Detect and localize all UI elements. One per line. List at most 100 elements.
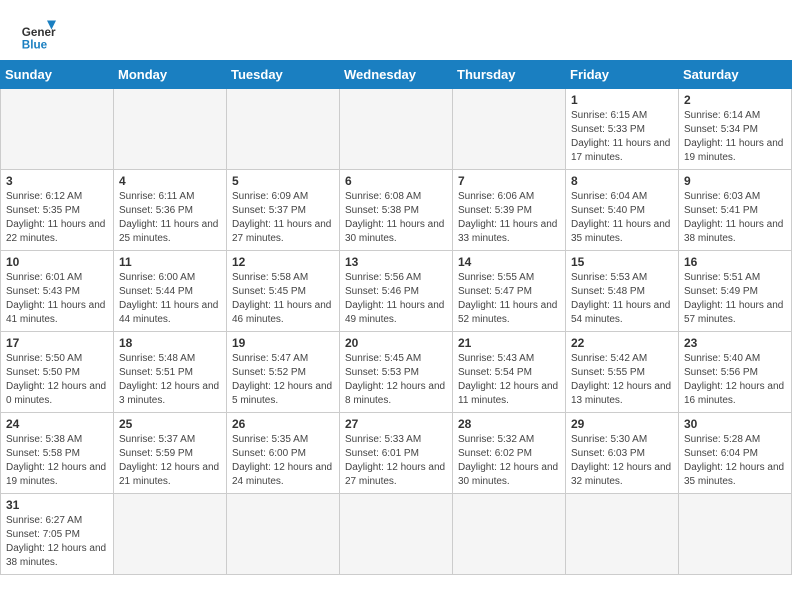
weekday-header-saturday: Saturday — [679, 61, 792, 89]
weekday-header-sunday: Sunday — [1, 61, 114, 89]
calendar-cell: 31 Sunrise: 6:27 AM Sunset: 7:05 PM Dayli… — [1, 494, 114, 575]
calendar-cell: 27 Sunrise: 5:33 AM Sunset: 6:01 PM Dayli… — [340, 413, 453, 494]
calendar-cell — [340, 89, 453, 170]
day-number: 11 — [119, 255, 221, 269]
day-info: Sunrise: 5:38 AM Sunset: 5:58 PM Dayligh… — [6, 433, 108, 489]
day-info: Sunrise: 6:15 AM Sunset: 5:33 PM Dayligh… — [571, 109, 673, 165]
day-number: 31 — [6, 498, 108, 512]
day-info: Sunrise: 6:04 AM Sunset: 5:40 PM Dayligh… — [571, 190, 673, 246]
calendar-cell: 14Sunrise: 5:55 AM Sunset: 5:47 PM Dayli… — [453, 251, 566, 332]
day-info: Sunrise: 6:00 AM Sunset: 5:44 PM Dayligh… — [119, 271, 221, 327]
day-info: Sunrise: 5:37 AM Sunset: 5:59 PM Dayligh… — [119, 433, 221, 489]
day-info: Sunrise: 5:43 AM Sunset: 5:54 PM Dayligh… — [458, 352, 560, 408]
calendar-cell: 10 Sunrise: 6:01 AM Sunset: 5:43 PM Dayli… — [1, 251, 114, 332]
calendar-cell: 25 Sunrise: 5:37 AM Sunset: 5:59 PM Dayli… — [114, 413, 227, 494]
svg-text:Blue: Blue — [22, 38, 48, 51]
day-number: 1 — [571, 93, 673, 107]
day-info: Sunrise: 6:08 AM Sunset: 5:38 PM Dayligh… — [345, 190, 447, 246]
weekday-header-wednesday: Wednesday — [340, 61, 453, 89]
day-number: 8 — [571, 174, 673, 188]
day-info: Sunrise: 5:35 AM Sunset: 6:00 PM Dayligh… — [232, 433, 334, 489]
day-number: 21 — [458, 336, 560, 350]
day-number: 5 — [232, 174, 334, 188]
day-number: 10 — [6, 255, 108, 269]
day-info: Sunrise: 5:48 AM Sunset: 5:51 PM Dayligh… — [119, 352, 221, 408]
day-info: Sunrise: 5:53 AM Sunset: 5:48 PM Dayligh… — [571, 271, 673, 327]
calendar-cell — [453, 89, 566, 170]
day-number: 4 — [119, 174, 221, 188]
calendar-cell: 15 Sunrise: 5:53 AM Sunset: 5:48 PM Dayli… — [566, 251, 679, 332]
day-info: Sunrise: 5:28 AM Sunset: 6:04 PM Dayligh… — [684, 433, 786, 489]
calendar-cell: 23Sunrise: 5:40 AM Sunset: 5:56 PM Dayli… — [679, 332, 792, 413]
calendar-cell: 24 Sunrise: 5:38 AM Sunset: 5:58 PM Dayli… — [1, 413, 114, 494]
logo: General Blue — [20, 16, 56, 52]
day-number: 25 — [119, 417, 221, 431]
day-number: 7 — [458, 174, 560, 188]
calendar-cell — [453, 494, 566, 575]
day-number: 23 — [684, 336, 786, 350]
day-info: Sunrise: 6:01 AM Sunset: 5:43 PM Dayligh… — [6, 271, 108, 327]
day-info: Sunrise: 5:30 AM Sunset: 6:03 PM Dayligh… — [571, 433, 673, 489]
calendar-cell: 4 Sunrise: 6:11 AM Sunset: 5:36 PM Daylig… — [114, 170, 227, 251]
day-info: Sunrise: 6:03 AM Sunset: 5:41 PM Dayligh… — [684, 190, 786, 246]
generalblue-logo-icon: General Blue — [20, 16, 56, 52]
calendar-cell: 8 Sunrise: 6:04 AM Sunset: 5:40 PM Daylig… — [566, 170, 679, 251]
day-number: 24 — [6, 417, 108, 431]
day-info: Sunrise: 6:09 AM Sunset: 5:37 PM Dayligh… — [232, 190, 334, 246]
day-info: Sunrise: 6:06 AM Sunset: 5:39 PM Dayligh… — [458, 190, 560, 246]
calendar-cell — [566, 494, 679, 575]
weekday-header-friday: Friday — [566, 61, 679, 89]
calendar-cell: 1 Sunrise: 6:15 AM Sunset: 5:33 PM Daylig… — [566, 89, 679, 170]
day-number: 15 — [571, 255, 673, 269]
day-number: 20 — [345, 336, 447, 350]
calendar-cell — [227, 89, 340, 170]
day-info: Sunrise: 5:45 AM Sunset: 5:53 PM Dayligh… — [345, 352, 447, 408]
calendar-cell — [679, 494, 792, 575]
day-info: Sunrise: 6:11 AM Sunset: 5:36 PM Dayligh… — [119, 190, 221, 246]
week-row-3: 10 Sunrise: 6:01 AM Sunset: 5:43 PM Dayli… — [1, 251, 792, 332]
calendar-cell: 5 Sunrise: 6:09 AM Sunset: 5:37 PM Daylig… — [227, 170, 340, 251]
calendar-cell: 2Sunrise: 6:14 AM Sunset: 5:34 PM Daylig… — [679, 89, 792, 170]
day-number: 17 — [6, 336, 108, 350]
calendar-cell: 26 Sunrise: 5:35 AM Sunset: 6:00 PM Dayli… — [227, 413, 340, 494]
week-row-2: 3 Sunrise: 6:12 AM Sunset: 5:35 PM Daylig… — [1, 170, 792, 251]
calendar-cell: 6Sunrise: 6:08 AM Sunset: 5:38 PM Daylig… — [340, 170, 453, 251]
weekday-header-monday: Monday — [114, 61, 227, 89]
weekday-header-tuesday: Tuesday — [227, 61, 340, 89]
day-info: Sunrise: 5:33 AM Sunset: 6:01 PM Dayligh… — [345, 433, 447, 489]
calendar-cell: 17 Sunrise: 5:50 AM Sunset: 5:50 PM Dayli… — [1, 332, 114, 413]
day-info: Sunrise: 5:32 AM Sunset: 6:02 PM Dayligh… — [458, 433, 560, 489]
calendar-cell: 9Sunrise: 6:03 AM Sunset: 5:41 PM Daylig… — [679, 170, 792, 251]
week-row-1: 1 Sunrise: 6:15 AM Sunset: 5:33 PM Daylig… — [1, 89, 792, 170]
day-number: 22 — [571, 336, 673, 350]
page-header: General Blue — [0, 0, 792, 60]
calendar-cell: 20 Sunrise: 5:45 AM Sunset: 5:53 PM Dayli… — [340, 332, 453, 413]
day-number: 29 — [571, 417, 673, 431]
calendar-cell: 12Sunrise: 5:58 AM Sunset: 5:45 PM Dayli… — [227, 251, 340, 332]
calendar-cell — [340, 494, 453, 575]
calendar-cell: 3 Sunrise: 6:12 AM Sunset: 5:35 PM Daylig… — [1, 170, 114, 251]
day-info: Sunrise: 6:27 AM Sunset: 7:05 PM Dayligh… — [6, 514, 108, 570]
calendar-cell: 7 Sunrise: 6:06 AM Sunset: 5:39 PM Daylig… — [453, 170, 566, 251]
day-info: Sunrise: 5:50 AM Sunset: 5:50 PM Dayligh… — [6, 352, 108, 408]
day-number: 16 — [684, 255, 786, 269]
day-number: 14 — [458, 255, 560, 269]
day-info: Sunrise: 5:51 AM Sunset: 5:49 PM Dayligh… — [684, 271, 786, 327]
week-row-4: 17 Sunrise: 5:50 AM Sunset: 5:50 PM Dayli… — [1, 332, 792, 413]
day-number: 27 — [345, 417, 447, 431]
day-number: 3 — [6, 174, 108, 188]
calendar-cell: 11 Sunrise: 6:00 AM Sunset: 5:44 PM Dayli… — [114, 251, 227, 332]
calendar-cell — [114, 494, 227, 575]
weekday-header-thursday: Thursday — [453, 61, 566, 89]
day-info: Sunrise: 5:56 AM Sunset: 5:46 PM Dayligh… — [345, 271, 447, 327]
calendar-cell — [1, 89, 114, 170]
day-number: 26 — [232, 417, 334, 431]
day-number: 13 — [345, 255, 447, 269]
day-info: Sunrise: 5:47 AM Sunset: 5:52 PM Dayligh… — [232, 352, 334, 408]
week-row-5: 24 Sunrise: 5:38 AM Sunset: 5:58 PM Dayli… — [1, 413, 792, 494]
day-info: Sunrise: 6:12 AM Sunset: 5:35 PM Dayligh… — [6, 190, 108, 246]
calendar-cell: 18Sunrise: 5:48 AM Sunset: 5:51 PM Dayli… — [114, 332, 227, 413]
day-number: 12 — [232, 255, 334, 269]
calendar-cell — [227, 494, 340, 575]
calendar-cell: 28Sunrise: 5:32 AM Sunset: 6:02 PM Dayli… — [453, 413, 566, 494]
